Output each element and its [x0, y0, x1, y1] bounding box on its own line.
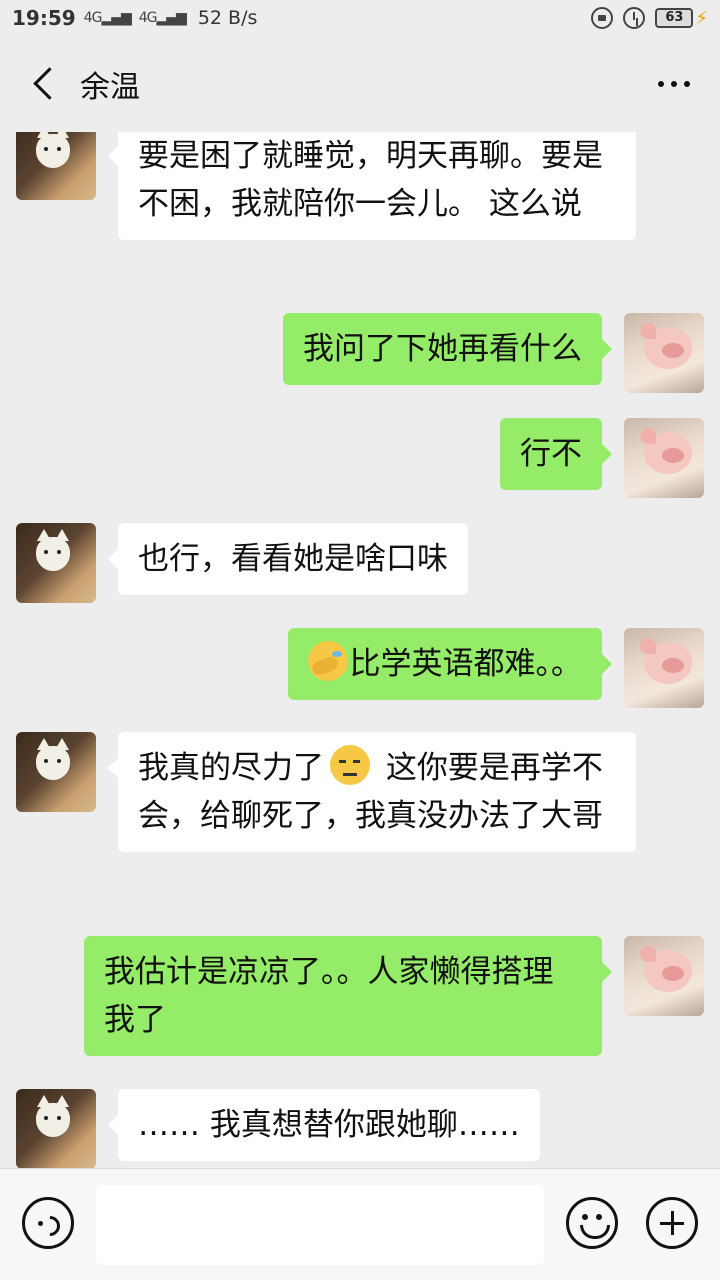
cat-avatar[interactable] — [16, 1089, 96, 1168]
status-time: 19:59 — [12, 6, 76, 30]
message-bubble[interactable]: 行不 — [500, 418, 612, 490]
plus-icon[interactable] — [646, 1197, 698, 1249]
more-dots-icon — [658, 81, 664, 87]
message-text: 比学英语都难。。 — [349, 646, 583, 682]
message-bubble[interactable]: 我问了下她再看什么 — [283, 313, 612, 385]
lock-rotation-icon — [591, 7, 614, 29]
cat-avatar[interactable] — [16, 523, 96, 603]
sweat-smile-emoji-icon — [330, 745, 370, 785]
cat-avatar[interactable] — [16, 732, 96, 812]
message-bubble[interactable]: 我估计是凉凉了。。人家懒得搭理我了 — [84, 936, 612, 1056]
facepalm-emoji-icon — [307, 641, 348, 681]
message-input[interactable] — [96, 1185, 544, 1265]
message-bubble[interactable]: …… 我真想替你跟她聊…… — [108, 1089, 540, 1161]
voice-icon[interactable] — [22, 1197, 74, 1249]
pig-avatar[interactable] — [624, 628, 704, 708]
emoji-icon[interactable] — [566, 1197, 618, 1249]
pig-avatar[interactable] — [624, 418, 704, 498]
charging-icon: ⚡ — [695, 7, 708, 29]
alarm-icon — [623, 7, 646, 29]
message-bubble[interactable]: 要是困了就睡觉，明天再聊。要是不困，我就陪你一会儿。 这么说 — [108, 132, 636, 240]
back-button[interactable] — [12, 54, 72, 114]
message-bubble[interactable]: 也行，看看她是啥口味 — [108, 523, 468, 595]
input-bar — [0, 1168, 720, 1280]
cat-avatar[interactable] — [16, 132, 96, 200]
battery-level: 63 — [655, 8, 694, 28]
pig-avatar[interactable] — [624, 313, 704, 393]
pig-avatar[interactable] — [624, 936, 704, 1016]
status-bar: 19:59 4G▂▄▆ 4G▂▄▆ 52 B/s 63 ⚡ — [0, 0, 720, 36]
battery-icon: 63 ⚡ — [655, 8, 708, 29]
message-bubble[interactable]: 比学英语都难。。 — [287, 628, 612, 700]
chat-message-list[interactable]: 要是困了就睡觉，明天再聊。要是不困，我就陪你一会儿。 这么说 我问了下她再看什么… — [0, 132, 720, 1168]
message-text: 我真的尽力了 — [138, 750, 324, 786]
chat-header: 余温 — [0, 36, 720, 132]
signal-icon: 4G▂▄▆ — [83, 10, 132, 26]
signal-icon-2: 4G▂▄▆ — [138, 10, 187, 26]
network-speed: 52 B/s — [197, 7, 258, 29]
more-options-button[interactable] — [652, 71, 696, 97]
message-bubble[interactable]: 我真的尽力了 这你要是再学不会，给聊死了，我真没办法了大哥 — [108, 732, 636, 852]
chat-title: 余温 — [80, 70, 140, 105]
